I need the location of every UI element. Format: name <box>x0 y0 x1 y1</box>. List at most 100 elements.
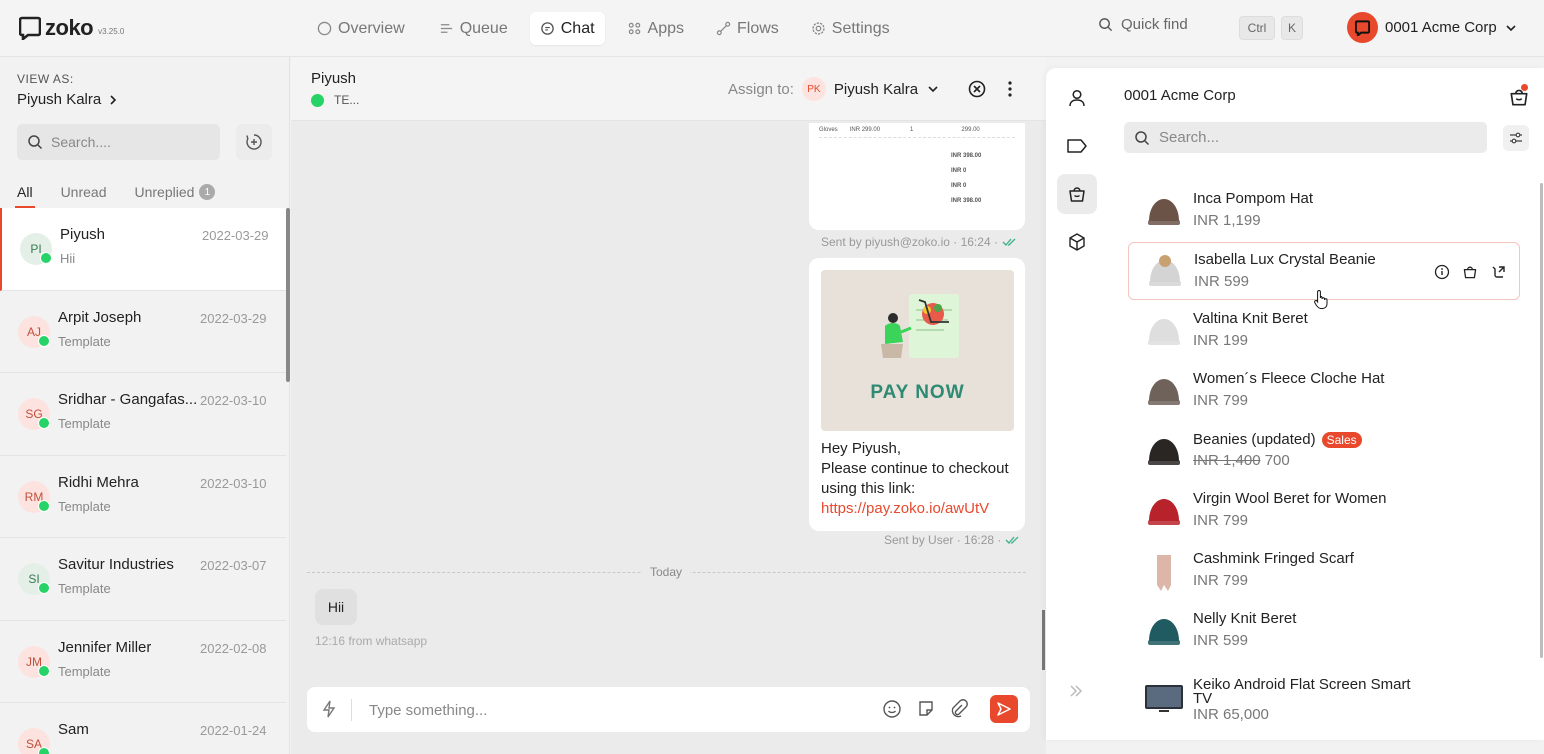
info-icon[interactable] <box>1434 264 1450 280</box>
tab-unread[interactable]: Unread <box>61 184 107 208</box>
unreplied-count-badge: 1 <box>199 184 216 200</box>
product-item[interactable]: Inca Pompom Hat INR 1,199 <box>1128 182 1520 240</box>
nav-apps[interactable]: Apps <box>617 12 694 45</box>
product-name-text: Beanies (updated) <box>1193 431 1316 448</box>
product-name: Beanies (updated) Sales <box>1193 432 1362 448</box>
invoice-message[interactable]: Gloves INR 299.00 1 299.00 INR 398.00 IN… <box>809 123 1025 230</box>
expand-panel-icon[interactable] <box>1068 683 1084 699</box>
nav-flows[interactable]: Flows <box>706 12 789 45</box>
lightning-icon[interactable] <box>319 699 339 719</box>
product-image-icon <box>1145 685 1183 712</box>
chat-icon <box>540 22 554 35</box>
more-options-icon[interactable] <box>1000 79 1020 99</box>
assign-selector[interactable]: Assign to: PK Piyush Kalra <box>728 77 940 101</box>
sticker-icon[interactable] <box>916 699 936 719</box>
attachment-icon[interactable] <box>949 699 969 719</box>
product-image-icon <box>1148 619 1180 645</box>
catalog-scrollbar[interactable] <box>1540 183 1543 658</box>
orders-tab[interactable] <box>1057 222 1097 262</box>
product-name-text: Women´s Fleece Cloche Hat <box>1193 370 1385 387</box>
search-icon <box>1099 18 1113 32</box>
add-to-cart-icon[interactable] <box>1462 264 1478 280</box>
conversation-item[interactable]: SG Sridhar - Gangafas... 2022-03-10 Templat… <box>0 373 286 456</box>
product-item[interactable]: Cashmink Fringed Scarf INR 799 <box>1128 542 1520 600</box>
pay-line-2: Please continue to checkout <box>821 460 1009 477</box>
invoice-tax: INR 0 <box>951 168 967 174</box>
shop-tab[interactable] <box>1057 174 1097 214</box>
nav-settings[interactable]: Settings <box>801 12 900 45</box>
conversation-date: 2022-03-10 <box>200 475 267 491</box>
tab-all[interactable]: All <box>15 184 35 208</box>
send-button[interactable] <box>990 695 1018 723</box>
chat-scrollbar[interactable] <box>1042 610 1045 670</box>
product-name: Cashmink Fringed Scarf <box>1193 550 1354 567</box>
conversation-search[interactable]: Search.... <box>17 124 220 160</box>
product-name-text: Virgin Wool Beret for Women <box>1193 490 1387 507</box>
send-icon <box>997 702 1011 716</box>
product-item[interactable]: Keiko Android Flat Screen Smart TV INR 65… <box>1128 668 1520 732</box>
catalog-title: 0001 Acme Corp <box>1124 87 1236 104</box>
contact-name[interactable]: Piyush <box>311 70 356 87</box>
contact-info-tab[interactable] <box>1057 78 1097 118</box>
new-chat-button[interactable] <box>236 124 272 160</box>
nav-queue[interactable]: Queue <box>429 12 518 45</box>
conversation-item[interactable]: JM Jennifer Miller 2022-02-08 Template <box>0 621 286 703</box>
brand-name: zoko <box>45 15 94 40</box>
tab-label: Unread <box>60 184 107 200</box>
catalog-filter-button[interactable] <box>1503 125 1529 151</box>
labels-tab[interactable] <box>1057 126 1097 166</box>
product-item[interactable]: Beanies (updated) Sales INR 1,400 700 <box>1128 422 1520 480</box>
tab-unreplied[interactable]: Unreplied 1 <box>134 184 216 208</box>
product-thumbnail <box>1143 431 1185 473</box>
product-item[interactable]: Virgin Wool Beret for Women INR 799 <box>1128 482 1520 540</box>
conversation-date: 2022-02-08 <box>200 640 267 656</box>
nav-chat[interactable]: Chat <box>529 12 605 45</box>
payment-link-message[interactable]: PAY NOW Hey Piyush, Please continue to c… <box>809 258 1025 531</box>
product-item[interactable]: Women´s Fleece Cloche Hat INR 799 <box>1128 362 1520 420</box>
product-price: INR 799 <box>1193 512 1249 529</box>
conversation-item[interactable]: PI Piyush 2022-03-29 Hii <box>0 208 286 291</box>
invoice-row: Gloves INR 299.00 1 299.00 <box>819 127 980 133</box>
product-name-text: Isabella Lux Crystal Beanie <box>1194 251 1376 268</box>
view-as-selector[interactable]: Piyush Kalra <box>17 91 119 108</box>
conversation-scrollbar[interactable] <box>286 208 290 382</box>
product-item[interactable]: Valtina Knit Beret INR 199 <box>1128 302 1520 360</box>
close-chat-icon[interactable] <box>967 79 987 99</box>
catalog-search-placeholder: Search... <box>1159 129 1220 146</box>
product-price: INR 1,199 <box>1193 212 1261 229</box>
product-item[interactable]: Nelly Knit Beret INR 599 <box>1128 602 1520 660</box>
product-image-icon <box>1157 555 1171 591</box>
whatsapp-icon <box>38 417 50 429</box>
kbd-k: K <box>1281 16 1303 40</box>
conversation-item[interactable]: SA Sam 2022-01-24 <box>0 703 286 754</box>
chevron-down-icon <box>928 86 938 93</box>
logo[interactable]: zoko v3.25.0 <box>19 15 124 41</box>
send-product-icon[interactable] <box>1490 264 1506 280</box>
product-price: INR 799 <box>1193 572 1249 589</box>
product-thumbnail <box>1143 677 1185 719</box>
message-input[interactable] <box>369 698 849 722</box>
message-composer <box>307 687 1030 732</box>
conversation-item[interactable]: AJ Arpit Joseph 2022-03-29 Template <box>0 291 286 373</box>
product-name-text: Cashmink Fringed Scarf <box>1193 550 1354 567</box>
payment-link[interactable]: https://pay.zoko.io/awUtV <box>821 499 1009 519</box>
account-switcher[interactable]: 0001 Acme Corp <box>1347 12 1518 43</box>
product-name: Valtina Knit Beret <box>1193 311 1308 326</box>
conversation-item[interactable]: SI Savitur Industries 2022-03-07 Template <box>0 538 286 621</box>
invoice-meta: Sent by piyush@zoko.io · 16:24 · <box>821 235 1018 249</box>
chat-panel: Piyush TE... Assign to: PK Piyush Kalra … <box>291 57 1046 754</box>
product-price: INR 1,400 700 <box>1193 452 1290 469</box>
product-name: Inca Pompom Hat <box>1193 191 1313 206</box>
nav-overview[interactable]: Overview <box>307 12 415 45</box>
conversation-preview: Template <box>58 416 111 431</box>
catalog-search[interactable]: Search... <box>1124 122 1487 153</box>
conversation-tabs: All Unread Unreplied 1 <box>15 184 216 208</box>
quick-find[interactable]: Quick find <box>1098 16 1188 33</box>
conversation-date: 2022-01-24 <box>200 723 267 738</box>
incoming-message[interactable]: Hii <box>315 589 357 625</box>
conversation-item[interactable]: RM Ridhi Mehra 2022-03-10 Template <box>0 456 286 538</box>
top-bar: zoko v3.25.0 Overview Queue Chat Apps Fl… <box>0 0 1544 57</box>
emoji-icon[interactable] <box>882 699 902 719</box>
product-name: Virgin Wool Beret for Women <box>1193 490 1387 507</box>
product-name: Nelly Knit Beret <box>1193 611 1296 626</box>
